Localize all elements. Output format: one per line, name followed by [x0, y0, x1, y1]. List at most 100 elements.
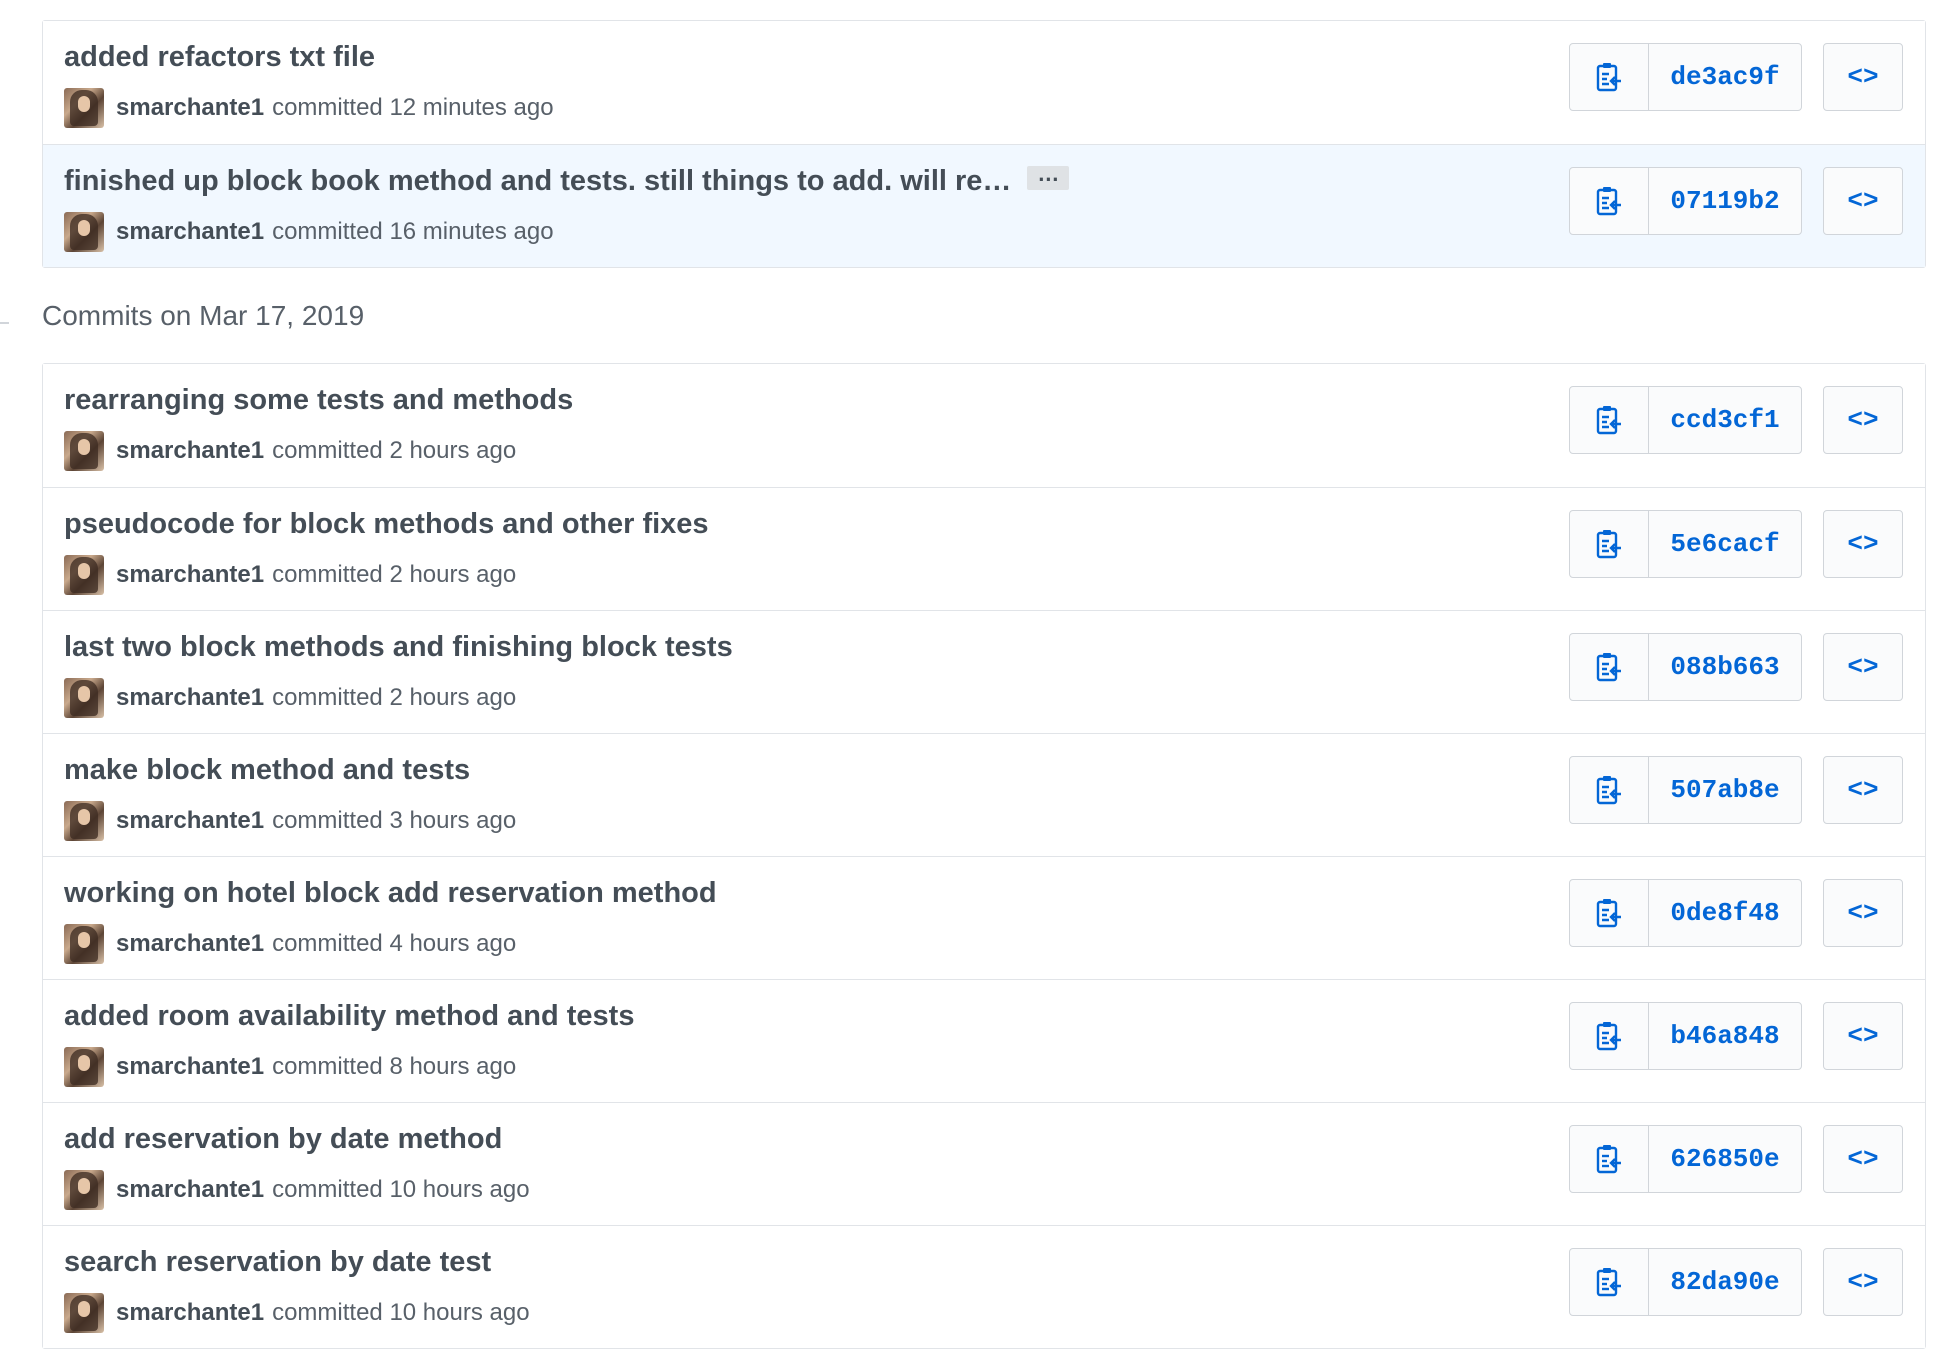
commit-title-link[interactable]: last two block methods and finishing blo…	[64, 631, 733, 663]
commit-list: rearranging some tests and methods smarc…	[42, 363, 1926, 1349]
avatar[interactable]	[64, 678, 104, 718]
commit-group-recent: added refactors txt file smarchante1 com…	[42, 20, 1926, 268]
commit-meta: smarchante1 committed 4 hours ago	[64, 924, 516, 964]
code-brackets-icon: <>	[1847, 529, 1879, 559]
author-link[interactable]: smarchante1	[116, 684, 264, 712]
clipboard-copy-icon	[1596, 1022, 1621, 1051]
avatar[interactable]	[64, 88, 104, 128]
commit-title-link[interactable]: rearranging some tests and methods	[64, 384, 573, 416]
avatar[interactable]	[64, 1293, 104, 1333]
copy-sha-button[interactable]	[1570, 880, 1649, 946]
commit-title-link[interactable]: finished up block book method and tests.…	[64, 165, 1011, 197]
commit-meta: smarchante1 committed 2 hours ago	[64, 555, 516, 595]
commit-time: committed 2 hours ago	[272, 437, 517, 464]
commit-sha-link[interactable]: de3ac9f	[1649, 44, 1801, 110]
sha-button-group: 626850e	[1569, 1125, 1802, 1193]
code-brackets-icon: <>	[1847, 186, 1879, 216]
code-brackets-icon: <>	[1847, 1021, 1879, 1051]
author-link[interactable]: smarchante1	[116, 1299, 264, 1327]
copy-sha-button[interactable]	[1570, 634, 1649, 700]
author-link[interactable]: smarchante1	[116, 218, 264, 246]
commit-group-date-heading: Commits on Mar 17, 2019	[42, 300, 365, 331]
timeline-connector	[0, 322, 9, 324]
commit-sha-link[interactable]: b46a848	[1649, 1003, 1801, 1069]
sha-button-group: 5e6cacf	[1569, 510, 1802, 578]
sha-button-group: b46a848	[1569, 1002, 1802, 1070]
avatar[interactable]	[64, 924, 104, 964]
expand-message-button[interactable]: …	[1027, 163, 1070, 191]
author-link[interactable]: smarchante1	[116, 930, 264, 958]
commit-sha-link[interactable]: 5e6cacf	[1649, 511, 1801, 577]
avatar[interactable]	[64, 555, 104, 595]
commit-meta: smarchante1 committed 3 hours ago	[64, 801, 516, 841]
browse-files-button[interactable]: <>	[1823, 167, 1903, 235]
commit-sha-link[interactable]: ccd3cf1	[1649, 387, 1801, 453]
avatar[interactable]	[64, 801, 104, 841]
commit-row: finished up block book method and tests.…	[43, 144, 1925, 267]
author-link[interactable]: smarchante1	[116, 1176, 264, 1204]
copy-sha-button[interactable]	[1570, 1003, 1649, 1069]
avatar[interactable]	[64, 431, 104, 471]
browse-files-button[interactable]: <>	[1823, 879, 1903, 947]
commit-row: last two block methods and finishing blo…	[43, 610, 1925, 733]
copy-sha-button[interactable]	[1570, 511, 1649, 577]
commit-meta: smarchante1 committed 2 hours ago	[64, 678, 516, 718]
commit-sha-link[interactable]: 507ab8e	[1649, 757, 1801, 823]
commit-time: committed 10 hours ago	[272, 1299, 530, 1326]
browse-files-button[interactable]: <>	[1823, 386, 1903, 454]
commit-sha-link[interactable]: 088b663	[1649, 634, 1801, 700]
sha-button-group: 82da90e	[1569, 1248, 1802, 1316]
copy-sha-button[interactable]	[1570, 1126, 1649, 1192]
clipboard-copy-icon	[1596, 899, 1621, 928]
commit-time: committed 2 hours ago	[272, 561, 517, 588]
commit-time: committed 2 hours ago	[272, 684, 517, 711]
copy-sha-button[interactable]	[1570, 757, 1649, 823]
commit-title-link[interactable]: added refactors txt file	[64, 41, 375, 73]
browse-files-button[interactable]: <>	[1823, 510, 1903, 578]
commit-row: added refactors txt file smarchante1 com…	[43, 21, 1925, 144]
commit-list: added refactors txt file smarchante1 com…	[42, 20, 1926, 268]
commit-title-link[interactable]: search reservation by date test	[64, 1246, 491, 1278]
commit-sha-link[interactable]: 0de8f48	[1649, 880, 1801, 946]
commit-title-link[interactable]: working on hotel block add reservation m…	[64, 877, 717, 909]
avatar[interactable]	[64, 212, 104, 252]
copy-sha-button[interactable]	[1570, 44, 1649, 110]
commit-title-link[interactable]: added room availability method and tests	[64, 1000, 634, 1032]
code-brackets-icon: <>	[1847, 1267, 1879, 1297]
commit-time: committed 16 minutes ago	[272, 218, 554, 245]
browse-files-button[interactable]: <>	[1823, 43, 1903, 111]
code-brackets-icon: <>	[1847, 62, 1879, 92]
browse-files-button[interactable]: <>	[1823, 1002, 1903, 1070]
copy-sha-button[interactable]	[1570, 168, 1649, 234]
author-link[interactable]: smarchante1	[116, 437, 264, 465]
commit-meta: smarchante1 committed 2 hours ago	[64, 431, 516, 471]
commit-sha-link[interactable]: 82da90e	[1649, 1249, 1801, 1315]
avatar[interactable]	[64, 1047, 104, 1087]
copy-sha-button[interactable]	[1570, 1249, 1649, 1315]
browse-files-button[interactable]: <>	[1823, 633, 1903, 701]
browse-files-button[interactable]: <>	[1823, 1248, 1903, 1316]
copy-sha-button[interactable]	[1570, 387, 1649, 453]
author-link[interactable]: smarchante1	[116, 1053, 264, 1081]
code-brackets-icon: <>	[1847, 1144, 1879, 1174]
avatar[interactable]	[64, 1170, 104, 1210]
browse-files-button[interactable]: <>	[1823, 756, 1903, 824]
author-link[interactable]: smarchante1	[116, 561, 264, 589]
commit-time: committed 3 hours ago	[272, 807, 517, 834]
commit-sha-link[interactable]: 07119b2	[1649, 168, 1801, 234]
commit-row: search reservation by date test smarchan…	[43, 1225, 1925, 1348]
code-brackets-icon: <>	[1847, 775, 1879, 805]
commit-title-link[interactable]: pseudocode for block methods and other f…	[64, 508, 709, 540]
clipboard-copy-icon	[1596, 187, 1621, 216]
commit-meta: smarchante1 committed 10 hours ago	[64, 1293, 530, 1333]
commit-title-link[interactable]: add reservation by date method	[64, 1123, 502, 1155]
commit-time: committed 10 hours ago	[272, 1176, 530, 1203]
author-link[interactable]: smarchante1	[116, 807, 264, 835]
browse-files-button[interactable]: <>	[1823, 1125, 1903, 1193]
commit-title-link[interactable]: make block method and tests	[64, 754, 470, 786]
sha-button-group: 07119b2	[1569, 167, 1802, 235]
commit-sha-link[interactable]: 626850e	[1649, 1126, 1801, 1192]
author-link[interactable]: smarchante1	[116, 94, 264, 122]
commit-meta: smarchante1 committed 12 minutes ago	[64, 88, 554, 128]
commit-row: working on hotel block add reservation m…	[43, 856, 1925, 979]
